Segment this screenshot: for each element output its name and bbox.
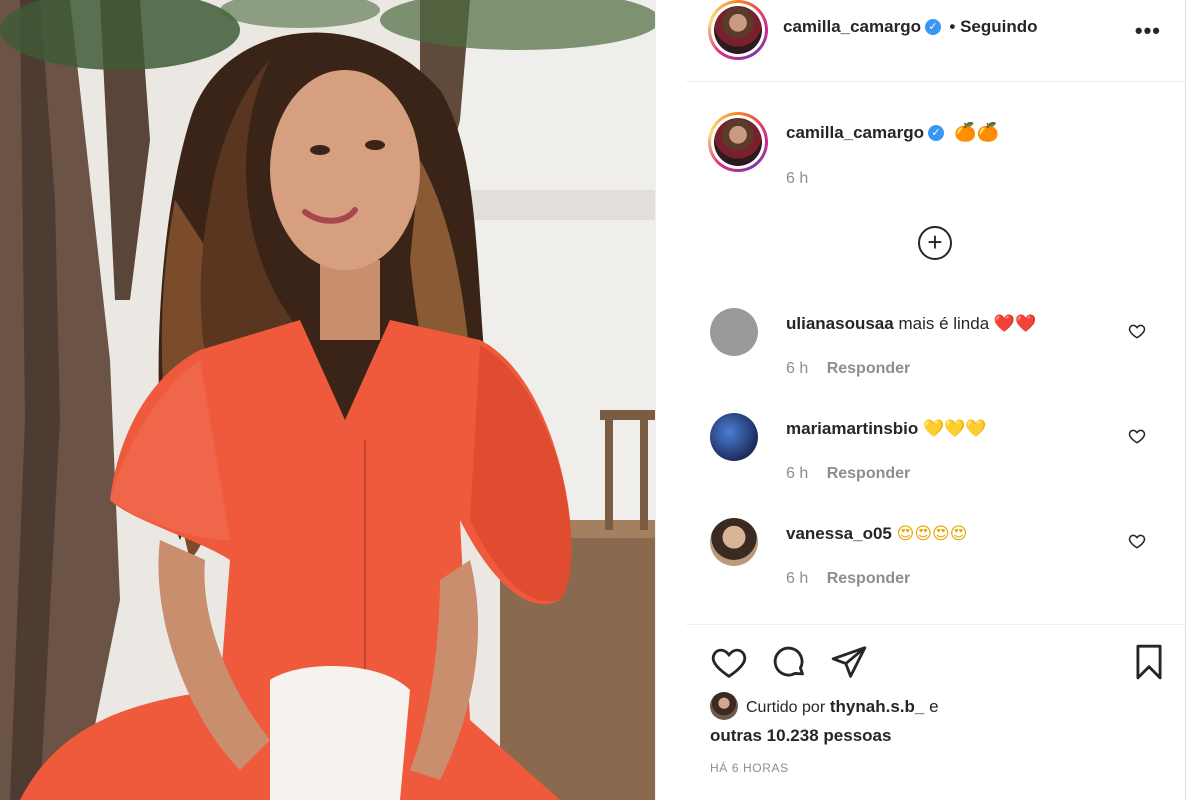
likes-prefix: Curtido por bbox=[746, 699, 826, 716]
verified-icon: ✓ bbox=[924, 18, 941, 35]
caption-time: 6 h bbox=[786, 170, 809, 187]
post-sidebar: camilla_camargo ✓ • Seguindo ••• camilla_… bbox=[655, 0, 1200, 800]
post-photo[interactable] bbox=[0, 0, 655, 800]
comment-username[interactable]: mariamartinsbio bbox=[786, 419, 918, 438]
heart-icon[interactable] bbox=[710, 643, 748, 681]
comment-like-icon[interactable] bbox=[1128, 427, 1146, 445]
comment-body: vanessa_o05 😍😍😍😍 bbox=[786, 524, 1116, 544]
comment-time: 6 h bbox=[786, 465, 809, 482]
follow-status[interactable]: • Seguindo bbox=[949, 17, 1037, 36]
post-actions: Curtido por thynah.s.b_ e outras 10.238 … bbox=[686, 624, 1185, 800]
comment-body: ulianasousaa mais é linda ❤️❤️ bbox=[786, 314, 1116, 334]
caption-text: camilla_camargo ✓ 🍊🍊 bbox=[786, 122, 999, 143]
post-image bbox=[0, 0, 655, 800]
likes-summary: Curtido por thynah.s.b_ e outras 10.238 … bbox=[710, 691, 1150, 749]
load-more-comments-icon[interactable]: + bbox=[918, 226, 952, 260]
comment-meta: 6 h Responder bbox=[786, 570, 910, 588]
comment-avatar[interactable] bbox=[710, 518, 758, 566]
header-title: camilla_camargo ✓ • Seguindo bbox=[783, 17, 1038, 37]
comment-emojis: ❤️❤️ bbox=[993, 314, 1037, 334]
first-liker[interactable]: thynah.s.b_ bbox=[830, 697, 924, 716]
comment-meta: 6 h Responder bbox=[786, 465, 910, 483]
caption-avatar[interactable] bbox=[708, 112, 768, 172]
bookmark-icon[interactable] bbox=[1130, 643, 1168, 681]
share-icon[interactable] bbox=[830, 643, 868, 681]
author-avatar[interactable] bbox=[708, 0, 768, 60]
comment-avatar[interactable] bbox=[710, 308, 758, 356]
reply-button[interactable]: Responder bbox=[827, 360, 911, 377]
comment-username[interactable]: ulianasousaa bbox=[786, 314, 894, 333]
comment-icon[interactable] bbox=[770, 643, 808, 681]
comment-emojis: 💛💛💛 bbox=[923, 419, 987, 439]
author-username[interactable]: camilla_camargo bbox=[783, 17, 921, 36]
reply-button[interactable]: Responder bbox=[827, 570, 911, 587]
likes-others[interactable]: outras 10.238 pessoas bbox=[710, 726, 891, 745]
comment-text: mais é linda bbox=[898, 314, 990, 333]
more-options-icon[interactable]: ••• bbox=[1135, 18, 1161, 44]
caption-username[interactable]: camilla_camargo bbox=[786, 123, 924, 142]
caption-emojis: 🍊🍊 bbox=[954, 122, 1000, 143]
comment-like-icon[interactable] bbox=[1128, 532, 1146, 550]
comment-body: mariamartinsbio 💛💛💛 bbox=[786, 419, 1116, 439]
verified-icon: ✓ bbox=[927, 124, 944, 141]
comment-like-icon[interactable] bbox=[1128, 322, 1146, 340]
post-sidebar-inner: camilla_camargo ✓ • Seguindo ••• camilla_… bbox=[686, 0, 1186, 800]
likes-conj: e bbox=[929, 697, 939, 716]
post-time: HÁ 6 HORAS bbox=[710, 761, 789, 775]
post-header: camilla_camargo ✓ • Seguindo ••• bbox=[686, 0, 1185, 82]
comment-time: 6 h bbox=[786, 570, 809, 587]
comment-username[interactable]: vanessa_o05 bbox=[786, 524, 892, 543]
comment-meta: 6 h Responder bbox=[786, 360, 910, 378]
reply-button[interactable]: Responder bbox=[827, 465, 911, 482]
liker-avatar[interactable] bbox=[710, 691, 738, 720]
comment-emojis: 😍😍😍😍 bbox=[896, 524, 968, 544]
comment-time: 6 h bbox=[786, 360, 809, 377]
comment-avatar[interactable] bbox=[710, 413, 758, 461]
